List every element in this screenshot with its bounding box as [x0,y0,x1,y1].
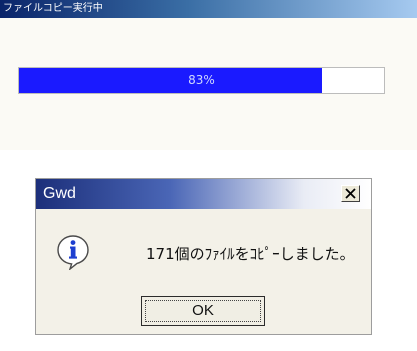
dialog-titlebar[interactable]: Gwd [36,179,371,209]
ok-button-label: OK [192,302,214,319]
dialog-title: Gwd [43,185,76,202]
screen: ファイルコピー実行中 83% Gwd 171個のﾌｧｲﾙをｺﾋﾟｰしました。 O… [0,0,417,351]
copy-window-title: ファイルコピー実行中 [3,3,103,14]
dialog-message: 171個のﾌｧｲﾙをｺﾋﾟｰしました。 [146,245,355,263]
copy-window-titlebar[interactable]: ファイルコピー実行中 [0,0,417,18]
copy-progress-window: ファイルコピー実行中 83% [0,0,417,150]
message-dialog: Gwd 171個のﾌｧｲﾙをｺﾋﾟｰしました。 OK [35,178,372,335]
progress-bar: 83% [18,67,385,94]
close-icon [345,188,356,199]
info-icon [57,235,89,270]
progress-percent-label: 83% [188,73,215,87]
close-button[interactable] [341,185,360,202]
ok-button[interactable]: OK [141,296,265,326]
